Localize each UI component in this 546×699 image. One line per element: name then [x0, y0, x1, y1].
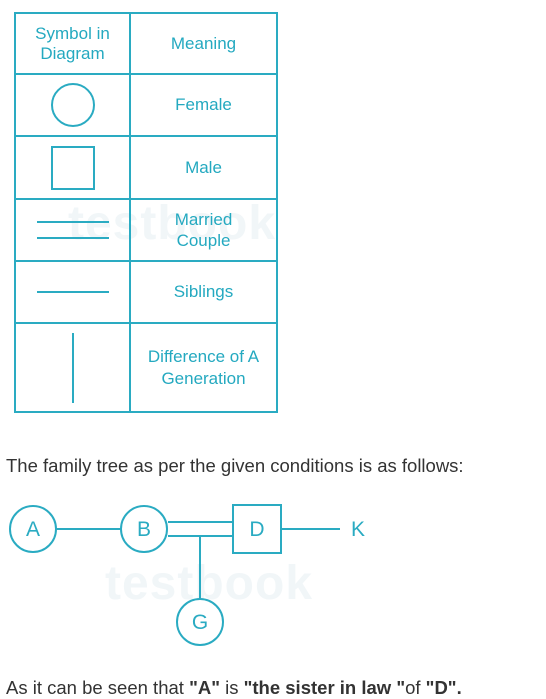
- double-line-icon: [14, 198, 131, 262]
- meaning-male: Male: [129, 135, 278, 200]
- explanation-text: The family tree as per the given conditi…: [6, 455, 464, 476]
- legend-row-generation: Difference of A Generation: [14, 322, 278, 413]
- node-b-label: B: [137, 518, 151, 541]
- square-icon: [14, 135, 131, 200]
- node-g-label: G: [192, 611, 208, 634]
- legend-header-row: Symbol in Diagram Meaning: [14, 12, 278, 75]
- vertical-line-icon: [14, 322, 131, 413]
- meaning-female: Female: [129, 73, 278, 137]
- node-k-label: K: [351, 518, 365, 541]
- legend-row-married: Married Couple: [14, 198, 278, 262]
- conclusion-text: As it can be seen that "A" is "the siste…: [6, 677, 462, 698]
- node-d-label: D: [249, 518, 264, 541]
- header-symbol: Symbol in Diagram: [14, 12, 131, 75]
- meaning-generation: Difference of A Generation: [129, 322, 278, 413]
- legend-row-siblings: Siblings: [14, 260, 278, 324]
- family-tree: A B D K G: [9, 504, 365, 646]
- legend-row-male: Male: [14, 135, 278, 200]
- legend-row-female: Female: [14, 73, 278, 137]
- circle-icon: [14, 73, 131, 137]
- header-meaning: Meaning: [129, 12, 278, 75]
- node-a-label: A: [26, 518, 40, 541]
- meaning-siblings: Siblings: [129, 260, 278, 324]
- single-line-icon: [14, 260, 131, 324]
- meaning-married: Married Couple: [129, 198, 278, 262]
- legend-table: Symbol in Diagram Meaning Female Male Ma…: [14, 12, 278, 413]
